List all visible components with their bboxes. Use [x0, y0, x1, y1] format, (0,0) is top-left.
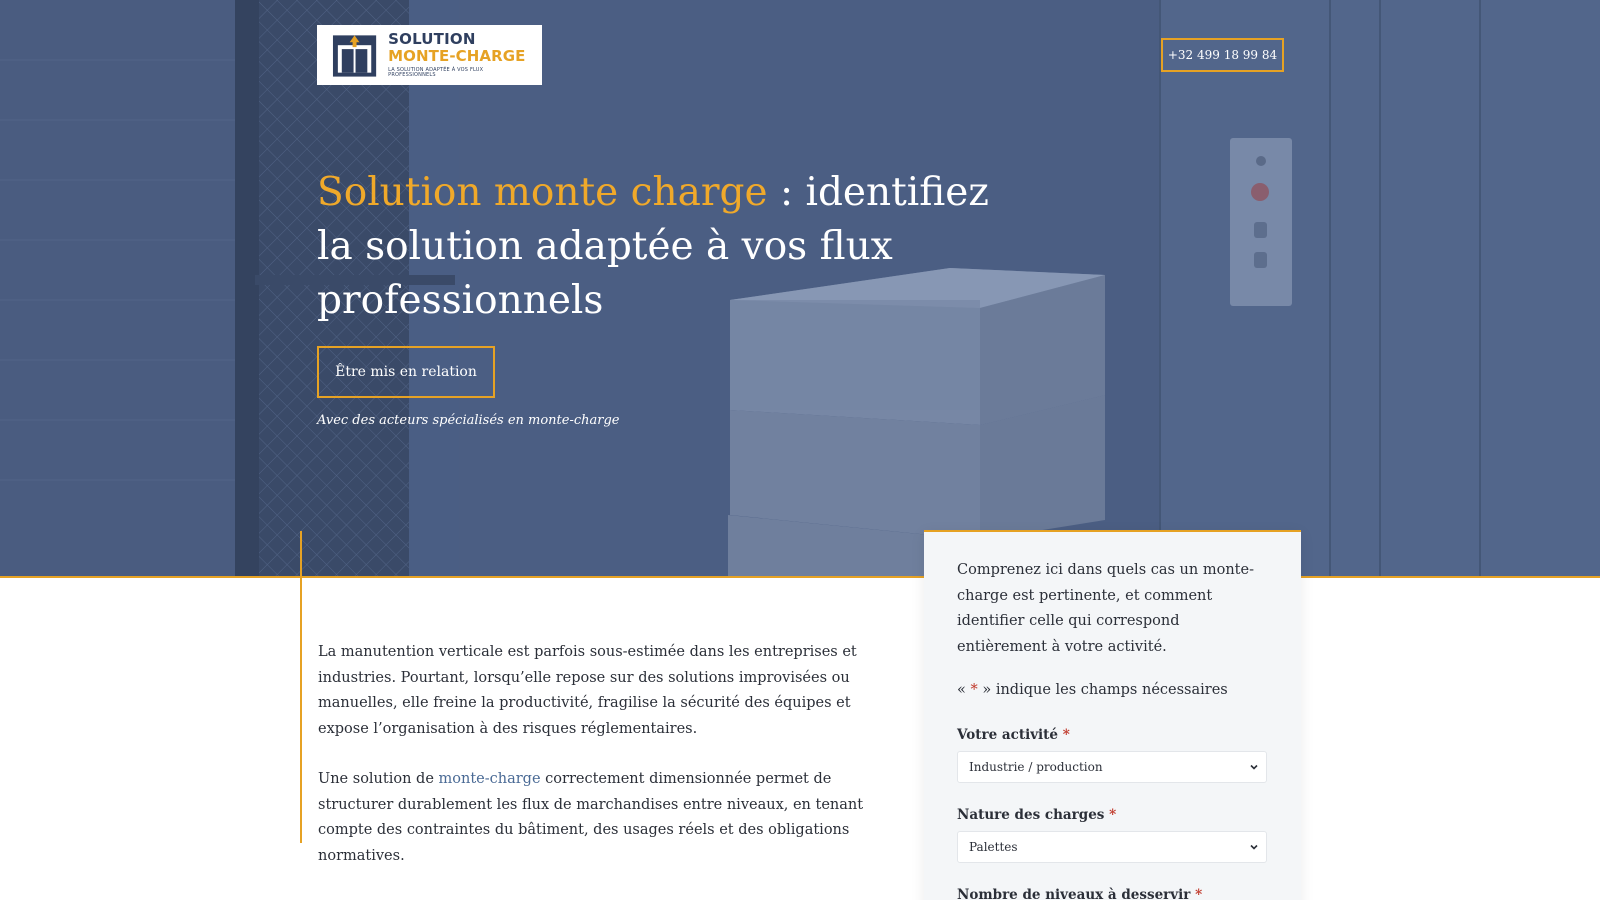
elevator-logo-icon — [332, 35, 377, 77]
activity-select[interactable]: Industrie / production — [957, 751, 1267, 783]
logo-text: SOLUTION MONTE-CHARGE LA SOLUTION ADAPTÉ… — [388, 32, 530, 78]
hero-section: SOLUTION MONTE-CHARGE LA SOLUTION ADAPTÉ… — [0, 0, 1600, 578]
activity-select-value: Industrie / production — [969, 760, 1103, 774]
hero-note: Avec des acteurs spécialisés en monte-ch… — [317, 413, 620, 428]
chevron-down-icon — [1250, 764, 1258, 770]
logo-line-1: SOLUTION — [388, 30, 476, 48]
chevron-down-icon — [1250, 844, 1258, 850]
intro-paragraph-1: La manutention verticale est parfois sou… — [318, 644, 857, 737]
load-type-select-value: Palettes — [969, 840, 1018, 854]
logo-line-2: MONTE-CHARGE — [388, 47, 526, 65]
levels-label-text: Nombre de niveaux à desservir — [957, 887, 1191, 900]
load-type-label-text: Nature des charges — [957, 807, 1105, 823]
logo-tagline: LA SOLUTION ADAPTÉE À VOS FLUX PROFESSIO… — [388, 67, 484, 78]
levels-label: Nombre de niveaux à desservir * — [957, 887, 1268, 900]
levels-required-mark: * — [1195, 887, 1203, 900]
phone-button[interactable]: +32 499 18 99 84 — [1161, 38, 1284, 72]
form-intro: Comprenez ici dans quels cas un monte-ch… — [957, 562, 1254, 655]
load-type-label: Nature des charges * — [957, 807, 1268, 823]
hero-title: Solution monte charge : identifiez la so… — [317, 166, 1017, 328]
required-note-prefix: « — [957, 682, 971, 698]
load-type-required-mark: * — [1109, 807, 1117, 823]
activity-label: Votre activité * — [957, 727, 1268, 743]
monte-charge-link[interactable]: monte-charge — [439, 771, 541, 787]
contact-cta-button[interactable]: Être mis en relation — [317, 346, 495, 398]
qualification-form: Comprenez ici dans quels cas un monte-ch… — [924, 530, 1301, 900]
required-fields-note: « * » indique les champs nécessaires — [957, 682, 1268, 698]
content-accent-line — [300, 531, 302, 843]
site-logo[interactable]: SOLUTION MONTE-CHARGE LA SOLUTION ADAPTÉ… — [317, 25, 542, 85]
activity-label-text: Votre activité — [957, 727, 1059, 743]
intro-paragraph-2: Une solution de monte-charge correctemen… — [318, 767, 864, 869]
paragraph-2-text-start: Une solution de — [318, 771, 439, 787]
activity-required-mark: * — [1062, 727, 1070, 743]
required-note-star: * — [970, 682, 978, 698]
required-note-suffix: » indique les champs nécessaires — [977, 682, 1228, 698]
load-type-select[interactable]: Palettes — [957, 831, 1267, 863]
intro-content: La manutention verticale est parfois sou… — [318, 640, 864, 869]
hero-title-accent: Solution monte charge — [317, 170, 768, 215]
